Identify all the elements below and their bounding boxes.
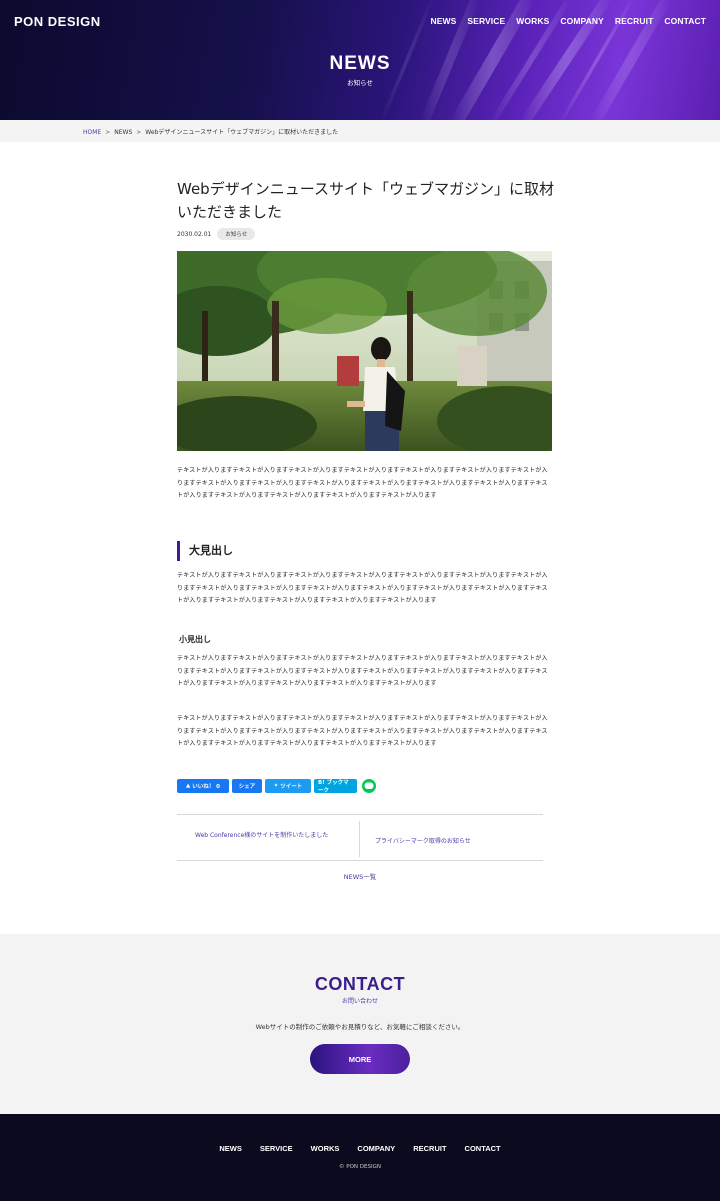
next-post-link[interactable]: プライバシーマーク取得のお知らせ (375, 836, 471, 845)
breadcrumb: HOME > NEWS > Webデザインニュースサイト「ウェブマガジン」に取材いただき… (0, 120, 720, 142)
line-icon[interactable] (362, 779, 376, 793)
facebook-like-label: いいね！ 0 (192, 784, 220, 790)
footer-nav-works[interactable]: WORKS (311, 1144, 340, 1153)
pager-divider (359, 821, 360, 857)
footer-nav-recruit[interactable]: RECRUIT (413, 1144, 446, 1153)
site-logo[interactable]: PON DESIGN (14, 14, 101, 29)
site-footer: NEWS SERVICE WORKS COMPANY RECRUIT CONTA… (0, 1114, 720, 1201)
copyright: © PON DESIGN (339, 1164, 381, 1170)
facebook-icon: ▲ (186, 783, 191, 789)
breadcrumb-separator: > (105, 129, 111, 136)
tweet-button[interactable]: ✦ ツイート (265, 779, 311, 793)
article-photo (177, 251, 552, 451)
post-pager: Web Conference様のサイトを制作いたしました プライバシーマーク取得… (177, 814, 543, 861)
breadcrumb-current: Webデザインニュースサイト「ウェブマガジン」に取材いただきました (145, 129, 339, 136)
page-subtitle: お知らせ (347, 79, 373, 87)
nav-item-recruit[interactable]: RECRUIT (615, 16, 653, 26)
facebook-share-button[interactable]: シェア (232, 779, 262, 793)
article-date: 2030.02.01 (177, 230, 212, 238)
facebook-like-button[interactable]: ▲ いいね！ 0 (177, 779, 229, 793)
article-paragraph-3: テキストが入りますテキストが入りますテキストが入りますテキストが入りますテキスト… (177, 715, 548, 747)
footer-nav-company[interactable]: COMPANY (357, 1144, 395, 1153)
small-heading: 小見出し (179, 635, 211, 644)
article-title: Webデザインニュースサイト「ウェブマガジン」に取材いただきました (177, 180, 554, 221)
large-heading: 大見出し (177, 541, 233, 561)
article-meta: 2030.02.01 お知らせ (177, 228, 256, 240)
breadcrumb-separator: > (136, 129, 142, 136)
page-header: PON DESIGN NEWS SERVICE WORKS COMPANY RE… (0, 0, 720, 120)
page-title: NEWS (329, 53, 391, 74)
article-intro-text: テキストが入りますテキストが入りますテキストが入りますテキストが入りますテキスト… (177, 467, 548, 499)
footer-nav-contact[interactable]: CONTACT (465, 1144, 501, 1153)
tweet-label: ツイート (280, 784, 303, 790)
nav-item-contact[interactable]: CONTACT (664, 16, 706, 26)
contact-text: Webサイトの制作のご依頼やお見積りなど、お気軽にご相談ください。 (255, 1023, 465, 1031)
article-paragraph-1: テキストが入りますテキストが入りますテキストが入りますテキストが入りますテキスト… (177, 572, 548, 604)
prev-post-link[interactable]: Web Conference様のサイトを制作いたしました (195, 830, 328, 839)
breadcrumb-news[interactable]: NEWS (114, 129, 132, 136)
nav-item-news[interactable]: NEWS (431, 16, 457, 26)
twitter-icon: ✦ (273, 783, 279, 789)
contact-title: CONTACT (314, 974, 406, 994)
contact-section: CONTACT お問い合わせ Webサイトの制作のご依頼やお見積りなど、お気軽に… (0, 934, 720, 1114)
footer-nav-service[interactable]: SERVICE (260, 1144, 293, 1153)
breadcrumb-home[interactable]: HOME (83, 129, 101, 136)
share-buttons: ▲ いいね！ 0 シェア ✦ ツイート B! ブックマーク (177, 779, 376, 794)
news-list-link[interactable]: NEWS一覧 (0, 871, 720, 881)
category-badge[interactable]: お知らせ (217, 228, 256, 240)
hatena-bookmark-button[interactable]: B! ブックマーク (314, 779, 357, 794)
nav-item-company[interactable]: COMPANY (560, 16, 604, 26)
nav-item-service[interactable]: SERVICE (467, 16, 505, 26)
article-paragraph-2: テキストが入りますテキストが入りますテキストが入りますテキストが入りますテキスト… (177, 655, 548, 687)
nav-item-works[interactable]: WORKS (516, 16, 549, 26)
contact-subtitle: お問い合わせ (341, 998, 378, 1005)
footer-nav-news[interactable]: NEWS (219, 1144, 242, 1153)
global-nav: NEWS SERVICE WORKS COMPANY RECRUIT CONTA… (431, 16, 707, 26)
more-button[interactable]: MORE (310, 1044, 410, 1074)
footer-nav: NEWS SERVICE WORKS COMPANY RECRUIT CONTA… (0, 1144, 720, 1153)
